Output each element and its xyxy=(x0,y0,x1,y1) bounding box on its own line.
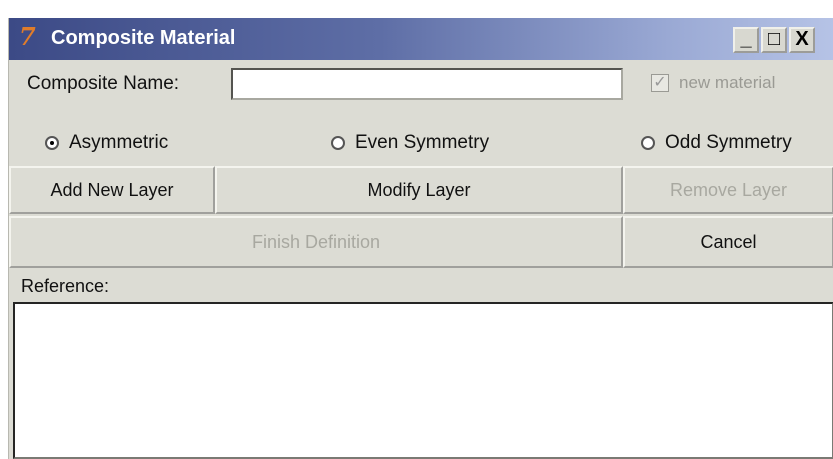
modify-layer-button[interactable]: Modify Layer xyxy=(215,166,623,214)
composite-name-label: Composite Name: xyxy=(27,73,180,94)
radio-even-symmetry-label: Even Symmetry xyxy=(355,132,490,153)
radio-selected-icon[interactable] xyxy=(45,136,59,150)
composite-material-window: 7 Composite Material _ □ X Composite Nam… xyxy=(8,18,833,459)
reference-text-area[interactable] xyxy=(13,302,833,459)
radio-unselected-icon[interactable] xyxy=(641,136,655,150)
radio-odd-symmetry-label: Odd Symmetry xyxy=(665,132,792,153)
maximize-button[interactable]: □ xyxy=(761,27,787,53)
cancel-button[interactable]: Cancel xyxy=(623,216,833,268)
radio-asymmetric-label: Asymmetric xyxy=(69,132,169,153)
add-new-layer-button[interactable]: Add New Layer xyxy=(9,166,215,214)
window-title: Composite Material xyxy=(51,27,236,49)
reference-label: Reference: xyxy=(21,276,110,296)
new-material-checkbox[interactable]: ✓ xyxy=(651,74,669,92)
composite-name-row: Composite Name: ✓ new material xyxy=(9,60,833,108)
symmetry-radio-group: Asymmetric Even Symmetry Odd Symmetry xyxy=(9,126,833,160)
radio-unselected-icon[interactable] xyxy=(331,136,345,150)
title-bar[interactable]: 7 Composite Material _ □ X xyxy=(9,18,833,60)
remove-layer-button[interactable]: Remove Layer xyxy=(623,166,833,214)
minimize-button[interactable]: _ xyxy=(733,27,759,53)
finish-definition-button[interactable]: Finish Definition xyxy=(9,216,623,268)
composite-name-input[interactable] xyxy=(231,68,623,100)
close-button[interactable]: X xyxy=(789,27,815,53)
app-logo-icon: 7 xyxy=(19,22,36,51)
new-material-label: new material xyxy=(679,73,776,92)
